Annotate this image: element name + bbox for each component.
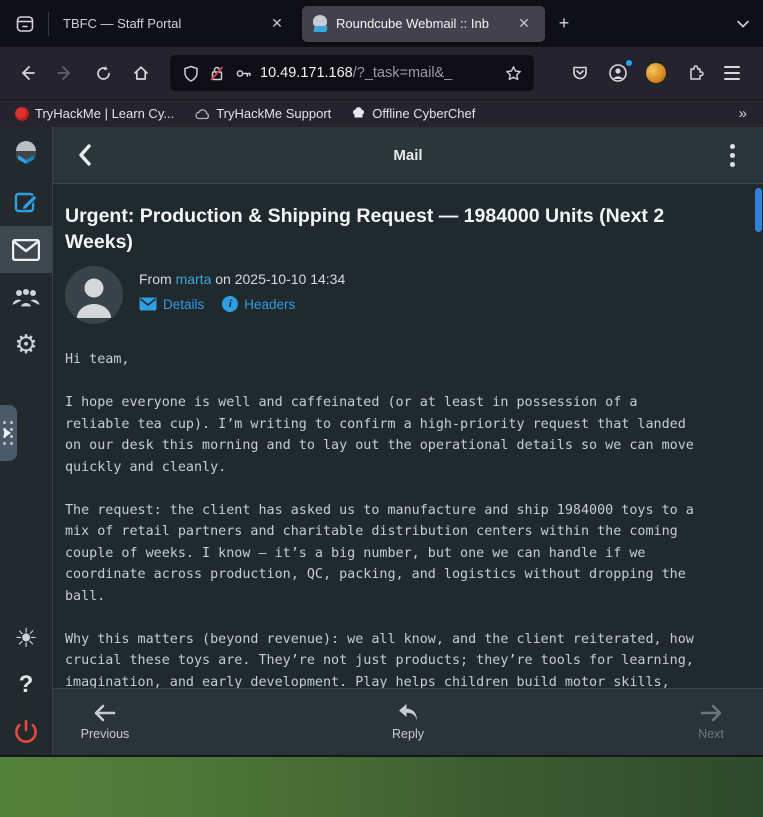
url-text[interactable]: 10.49.171.168/?_task=mail&_ [260,65,500,81]
extension-addon-icon[interactable] [639,56,673,90]
url-bar[interactable]: 10.49.171.168/?_task=mail&_ [170,55,534,91]
tab-title: Roundcube Webmail :: Inb [336,16,513,31]
details-label: Details [163,297,204,312]
sidebar-item-settings[interactable]: ⚙ [0,320,52,367]
tab-title: TBFC — Staff Portal [63,16,266,31]
details-toggle[interactable]: Details [139,297,204,312]
shield-icon[interactable] [178,60,204,86]
sidebar-item-mail[interactable] [0,226,52,273]
expand-arrow-icon [4,428,11,438]
toolbar-right-icons [563,56,753,90]
navigation-toolbar: 10.49.171.168/?_task=mail&_ [0,47,763,99]
screen: TBFC — Staff Portal ✕ Roundcube Webmail … [0,0,763,817]
account-icon[interactable] [601,56,635,90]
forward-icon[interactable] [48,56,82,90]
reply-button[interactable]: Reply [360,689,456,755]
message-header: From marta on 2025-10-10 14:34 Details [65,266,751,324]
message-toolbar: Previous Reply Next [53,688,763,755]
extensions-puzzle-icon[interactable] [677,56,711,90]
firefox-view-icon[interactable] [8,7,42,41]
roundcube-logo[interactable] [0,127,52,179]
next-label: Next [698,727,724,741]
sender-avatar [65,266,123,324]
previous-label: Previous [81,727,130,741]
url-host: 10.49.171.168 [260,65,353,81]
tab-bar: TBFC — Staff Portal ✕ Roundcube Webmail … [0,0,763,47]
task-menu-sidebar: ⚙ ☀ ? [0,127,53,755]
bookmark-label: TryHackMe Support [216,106,331,121]
roundcube-app: ⚙ ☀ ? Ma [0,127,763,755]
sidebar-item-contacts[interactable] [0,273,52,320]
page-title: Mail [101,147,715,164]
sun-display-icon: ☀ [14,625,37,651]
key-icon[interactable] [230,60,256,86]
sender-link[interactable]: marta [176,271,212,287]
reply-label: Reply [392,727,424,741]
tab-separator [48,12,49,36]
reply-arrow-icon [397,703,419,722]
browser-window: TBFC — Staff Portal ✕ Roundcube Webmail … [0,0,763,757]
insecure-lock-icon[interactable] [204,60,230,86]
sidebar-item-display-options[interactable]: ☀ [0,614,52,661]
on-label: on [215,271,231,287]
sidebar-item-compose[interactable] [0,179,52,226]
scrollbar-thumb[interactable] [755,188,762,232]
account-notification-dot [625,59,633,67]
next-message-button[interactable]: Next [663,689,759,755]
envelope-icon [139,297,157,311]
url-path: /?_task=mail&_ [353,65,453,81]
bookmark-tryhackme[interactable]: TryHackMe | Learn Cy... [8,103,181,125]
cloud-support-favicon [194,107,210,121]
message-body: Hi team, I hope everyone is well and caf… [65,349,751,688]
message-subject: Urgent: Production & Shipping Request — … [65,203,751,255]
from-label: From [139,271,172,287]
bookmarks-bar: TryHackMe | Learn Cy... TryHackMe Suppor… [0,99,763,127]
message-content[interactable]: Urgent: Production & Shipping Request — … [53,184,763,688]
desktop-wallpaper [0,755,763,817]
tryhackme-favicon [15,107,29,121]
pocket-icon[interactable] [563,56,597,90]
arrow-right-icon [700,704,722,722]
new-tab-button[interactable]: + [549,9,579,39]
arrow-left-icon [94,704,116,722]
headers-toggle[interactable]: i Headers [222,296,295,312]
list-all-tabs-icon[interactable] [735,16,751,32]
headers-label: Headers [244,297,295,312]
bookmark-cyberchef[interactable]: Offline CyberChef [344,103,482,125]
reload-icon[interactable] [86,56,120,90]
chef-hat-favicon [351,106,366,121]
sidebar-item-logout[interactable] [0,708,52,755]
sidebar-item-help[interactable]: ? [0,661,52,708]
close-tab-icon[interactable]: ✕ [266,13,288,35]
sidebar-splitter-handle[interactable] [0,405,17,461]
close-tab-icon[interactable]: ✕ [513,13,535,35]
bookmarks-overflow-icon[interactable]: » [731,105,755,122]
back-chevron-icon[interactable] [67,138,101,172]
tab-roundcube-webmail[interactable]: Roundcube Webmail :: Inb ✕ [302,6,545,42]
bookmark-label: Offline CyberChef [372,106,475,121]
previous-message-button[interactable]: Previous [57,689,153,755]
menu-hamburger-icon[interactable] [715,56,749,90]
mail-view: Mail Urgent: Production & Shipping Reque… [53,127,763,755]
back-icon[interactable] [10,56,44,90]
mail-header-bar: Mail [53,127,763,184]
message-datetime: 2025-10-10 14:34 [235,271,346,287]
home-icon[interactable] [124,56,158,90]
bookmark-star-icon[interactable] [500,60,526,86]
tab-staff-portal[interactable]: TBFC — Staff Portal ✕ [53,6,298,42]
gear-icon: ⚙ [14,331,37,357]
from-line: From marta on 2025-10-10 14:34 [139,271,345,287]
info-icon: i [222,296,238,312]
more-options-kebab-icon[interactable] [715,144,749,167]
roundcube-favicon [312,15,329,32]
bookmark-label: TryHackMe | Learn Cy... [35,106,174,121]
bookmark-tryhackme-support[interactable]: TryHackMe Support [187,103,338,125]
